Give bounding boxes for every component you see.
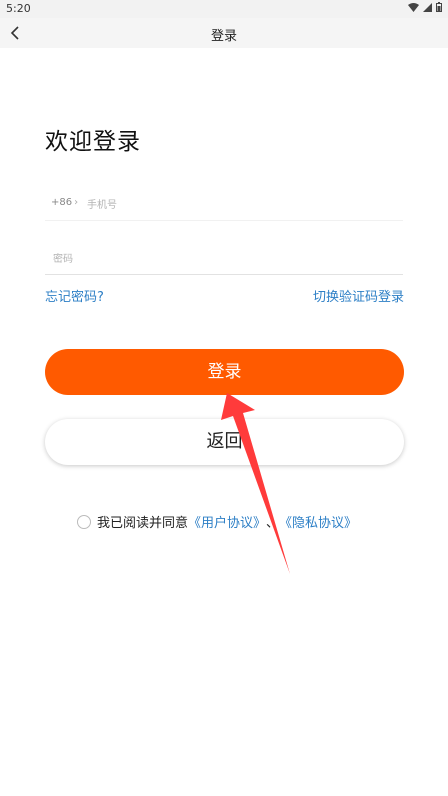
- chevron-right-icon: ›: [74, 197, 79, 208]
- agreement-row: 我已阅读并同意 《用户协议》 、 《隐私协议》: [77, 512, 357, 531]
- password-input[interactable]: [51, 248, 385, 270]
- annotation-arrow: [221, 393, 290, 574]
- forgot-password-link[interactable]: 忘记密码?: [45, 286, 104, 305]
- status-icons: [408, 2, 442, 12]
- phone-field: +86 ›: [45, 190, 403, 221]
- agreement-radio[interactable]: [77, 514, 91, 529]
- user-agreement-link[interactable]: 《用户协议》: [188, 512, 266, 531]
- page-title: 登录: [210, 29, 237, 44]
- privacy-policy-link[interactable]: 《隐私协议》: [279, 512, 357, 531]
- login-button[interactable]: 登录: [45, 349, 404, 395]
- country-code: +86: [51, 197, 73, 208]
- phone-input[interactable]: [85, 194, 389, 216]
- signal-icon: [423, 2, 432, 12]
- switch-to-code-login-link[interactable]: 切换验证码登录: [313, 286, 404, 305]
- status-bar: 5:20: [0, 0, 448, 18]
- welcome-heading: 欢迎登录: [45, 129, 141, 155]
- agreement-text: 我已阅读并同意: [97, 516, 189, 531]
- battery-icon: [436, 2, 442, 12]
- password-field: [45, 244, 403, 275]
- back-button[interactable]: 返回: [45, 419, 404, 465]
- wifi-icon: [408, 2, 419, 12]
- agreement-separator: 、: [266, 516, 280, 531]
- country-code-selector[interactable]: +86 ›: [51, 197, 78, 208]
- app-bar: 登录: [0, 18, 448, 48]
- status-time: 5:20: [6, 2, 31, 15]
